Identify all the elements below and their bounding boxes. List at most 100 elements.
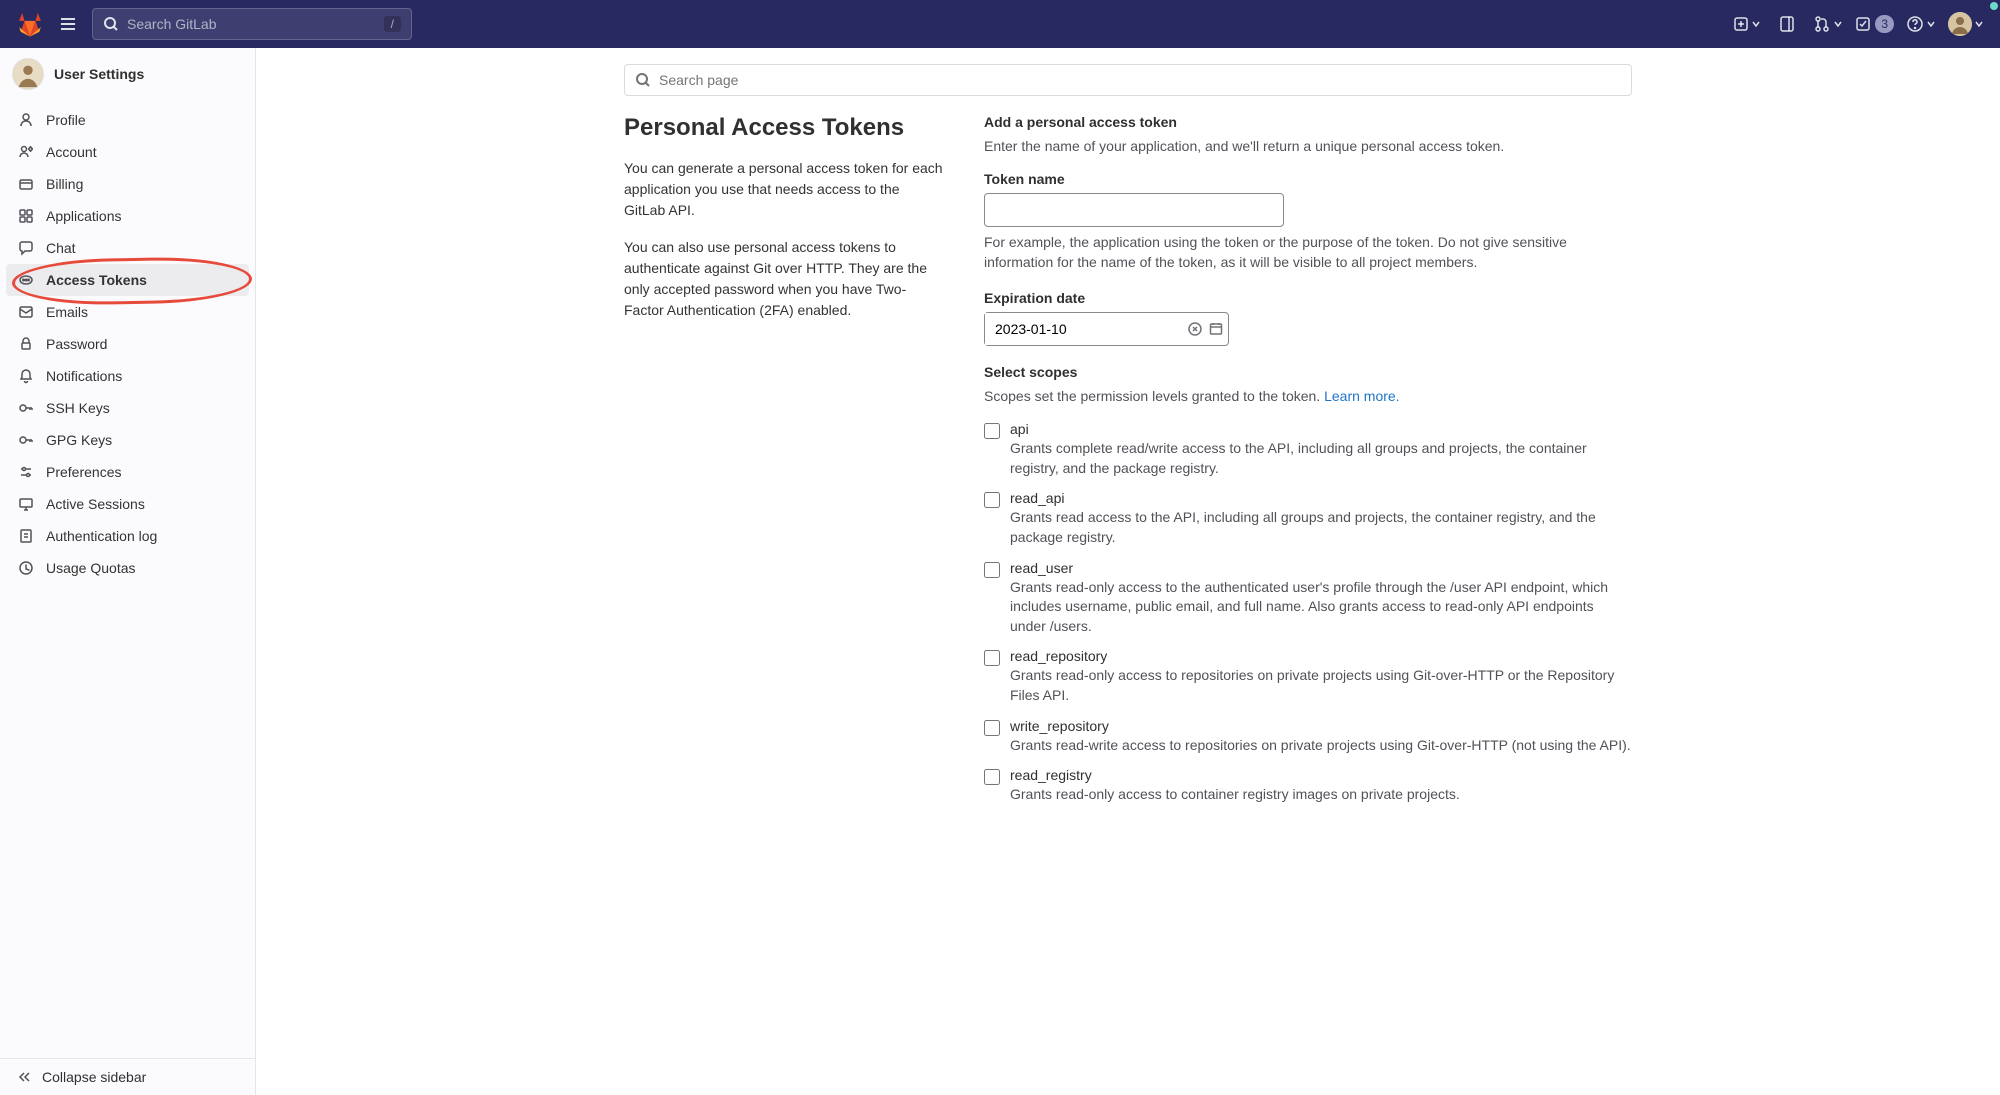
- scope-name[interactable]: api: [1010, 421, 1632, 437]
- sidebar-item-label: Applications: [46, 208, 122, 224]
- todo-count-badge: 3: [1875, 15, 1894, 33]
- sidebar-item-gpg-keys[interactable]: GPG Keys: [6, 424, 249, 456]
- scopes-label: Select scopes: [984, 364, 1632, 380]
- scope-checkbox-write_repository[interactable]: [984, 720, 1000, 736]
- search-shortcut-key: /: [384, 16, 401, 32]
- merge-requests-menu[interactable]: [1813, 15, 1843, 33]
- scope-name[interactable]: read_repository: [1010, 648, 1632, 664]
- token-name-input[interactable]: [984, 193, 1284, 227]
- token-name-help: For example, the application using the t…: [984, 233, 1632, 272]
- global-search-input[interactable]: [127, 16, 376, 32]
- scope-name[interactable]: write_repository: [1010, 718, 1632, 734]
- sidebar-item-ssh-keys[interactable]: SSH Keys: [6, 392, 249, 424]
- password-icon: [18, 336, 34, 352]
- scope-description: Grants complete read/write access to the…: [1010, 439, 1632, 478]
- sidebar-item-label: Password: [46, 336, 107, 352]
- key-icon: [18, 432, 34, 448]
- global-search[interactable]: /: [92, 8, 412, 40]
- scope-row: read_user Grants read-only access to the…: [984, 560, 1632, 637]
- expiration-date-input[interactable]: [985, 313, 1186, 345]
- sidebar-item-profile[interactable]: Profile: [6, 104, 249, 136]
- sidebar-item-label: Billing: [46, 176, 83, 192]
- new-menu-button[interactable]: [1733, 16, 1761, 32]
- issues-link[interactable]: [1773, 10, 1801, 38]
- help-menu[interactable]: [1906, 15, 1936, 33]
- collapse-sidebar-label: Collapse sidebar: [42, 1069, 146, 1085]
- scope-checkbox-read_user[interactable]: [984, 562, 1000, 578]
- todo-icon: [1855, 15, 1873, 33]
- sidebar-item-preferences[interactable]: Preferences: [6, 456, 249, 488]
- sidebar-item-label: Access Tokens: [46, 272, 147, 288]
- avatar: [12, 58, 44, 90]
- scope-row: write_repository Grants read-write acces…: [984, 718, 1632, 756]
- scope-checkbox-api[interactable]: [984, 423, 1000, 439]
- sidebar-item-applications[interactable]: Applications: [6, 200, 249, 232]
- scope-description: Grants read access to the API, including…: [1010, 508, 1632, 547]
- scope-row: read_api Grants read access to the API, …: [984, 490, 1632, 547]
- scope-description: Grants read-write access to repositories…: [1010, 736, 1632, 756]
- scope-name[interactable]: read_api: [1010, 490, 1632, 506]
- monitor-icon: [18, 496, 34, 512]
- collapse-sidebar-button[interactable]: Collapse sidebar: [0, 1058, 255, 1095]
- email-icon: [18, 304, 34, 320]
- scope-row: read_repository Grants read-only access …: [984, 648, 1632, 705]
- notification-dot: [1990, 2, 1998, 10]
- sidebar: User Settings Profile Account Billing Ap…: [0, 48, 256, 1095]
- scope-checkbox-read_repository[interactable]: [984, 650, 1000, 666]
- calendar-button[interactable]: [1207, 317, 1224, 341]
- quota-icon: [18, 560, 34, 576]
- sidebar-item-password[interactable]: Password: [6, 328, 249, 360]
- scope-checkbox-read_registry[interactable]: [984, 769, 1000, 785]
- todos-link[interactable]: 3: [1855, 15, 1894, 33]
- learn-more-link[interactable]: Learn more.: [1324, 388, 1399, 404]
- bell-icon: [18, 368, 34, 384]
- scope-description: Grants read-only access to the authentic…: [1010, 578, 1632, 637]
- billing-icon: [18, 176, 34, 192]
- sidebar-title: User Settings: [54, 66, 144, 82]
- chevron-down-icon: [1926, 19, 1936, 29]
- user-menu[interactable]: [1948, 12, 1984, 36]
- help-icon: [1906, 15, 1924, 33]
- clear-icon: [1187, 321, 1203, 337]
- sidebar-item-notifications[interactable]: Notifications: [6, 360, 249, 392]
- sidebar-item-label: Emails: [46, 304, 88, 320]
- main-content: Personal Access Tokens You can generate …: [256, 48, 2000, 1095]
- sidebar-item-label: Account: [46, 144, 97, 160]
- avatar: [1948, 12, 1972, 36]
- scope-name[interactable]: read_registry: [1010, 767, 1632, 783]
- scopes-help: Scopes set the permission levels granted…: [984, 386, 1632, 407]
- description-paragraph: You can generate a personal access token…: [624, 158, 944, 221]
- merge-request-icon: [1813, 15, 1831, 33]
- sidebar-item-billing[interactable]: Billing: [6, 168, 249, 200]
- sidebar-item-label: GPG Keys: [46, 432, 112, 448]
- sidebar-item-authentication-log[interactable]: Authentication log: [6, 520, 249, 552]
- sidebar-item-chat[interactable]: Chat: [6, 232, 249, 264]
- form-subtitle: Enter the name of your application, and …: [984, 136, 1632, 157]
- gitlab-logo-icon[interactable]: [16, 10, 44, 38]
- scope-checkbox-read_api[interactable]: [984, 492, 1000, 508]
- scope-name[interactable]: read_user: [1010, 560, 1632, 576]
- expiration-label: Expiration date: [984, 290, 1632, 306]
- token-icon: [18, 272, 34, 288]
- hamburger-menu-button[interactable]: [52, 8, 84, 40]
- sidebar-header[interactable]: User Settings: [0, 48, 255, 100]
- scope-description: Grants read-only access to repositories …: [1010, 666, 1632, 705]
- sidebar-item-account[interactable]: Account: [6, 136, 249, 168]
- chat-icon: [18, 240, 34, 256]
- sidebar-item-access-tokens[interactable]: Access Tokens: [6, 264, 249, 296]
- sidebar-item-emails[interactable]: Emails: [6, 296, 249, 328]
- issues-icon: [1778, 15, 1796, 33]
- profile-icon: [18, 112, 34, 128]
- chevron-down-icon: [1974, 19, 1984, 29]
- page-search[interactable]: [624, 64, 1632, 96]
- sidebar-item-active-sessions[interactable]: Active Sessions: [6, 488, 249, 520]
- sidebar-item-label: SSH Keys: [46, 400, 110, 416]
- collapse-icon: [16, 1069, 32, 1085]
- page-search-input[interactable]: [659, 72, 1621, 88]
- log-icon: [18, 528, 34, 544]
- top-navbar: / 3: [0, 0, 2000, 48]
- sidebar-item-usage-quotas[interactable]: Usage Quotas: [6, 552, 249, 584]
- scope-description: Grants read-only access to container reg…: [1010, 785, 1632, 805]
- clear-date-button[interactable]: [1186, 317, 1203, 341]
- search-icon: [635, 72, 651, 88]
